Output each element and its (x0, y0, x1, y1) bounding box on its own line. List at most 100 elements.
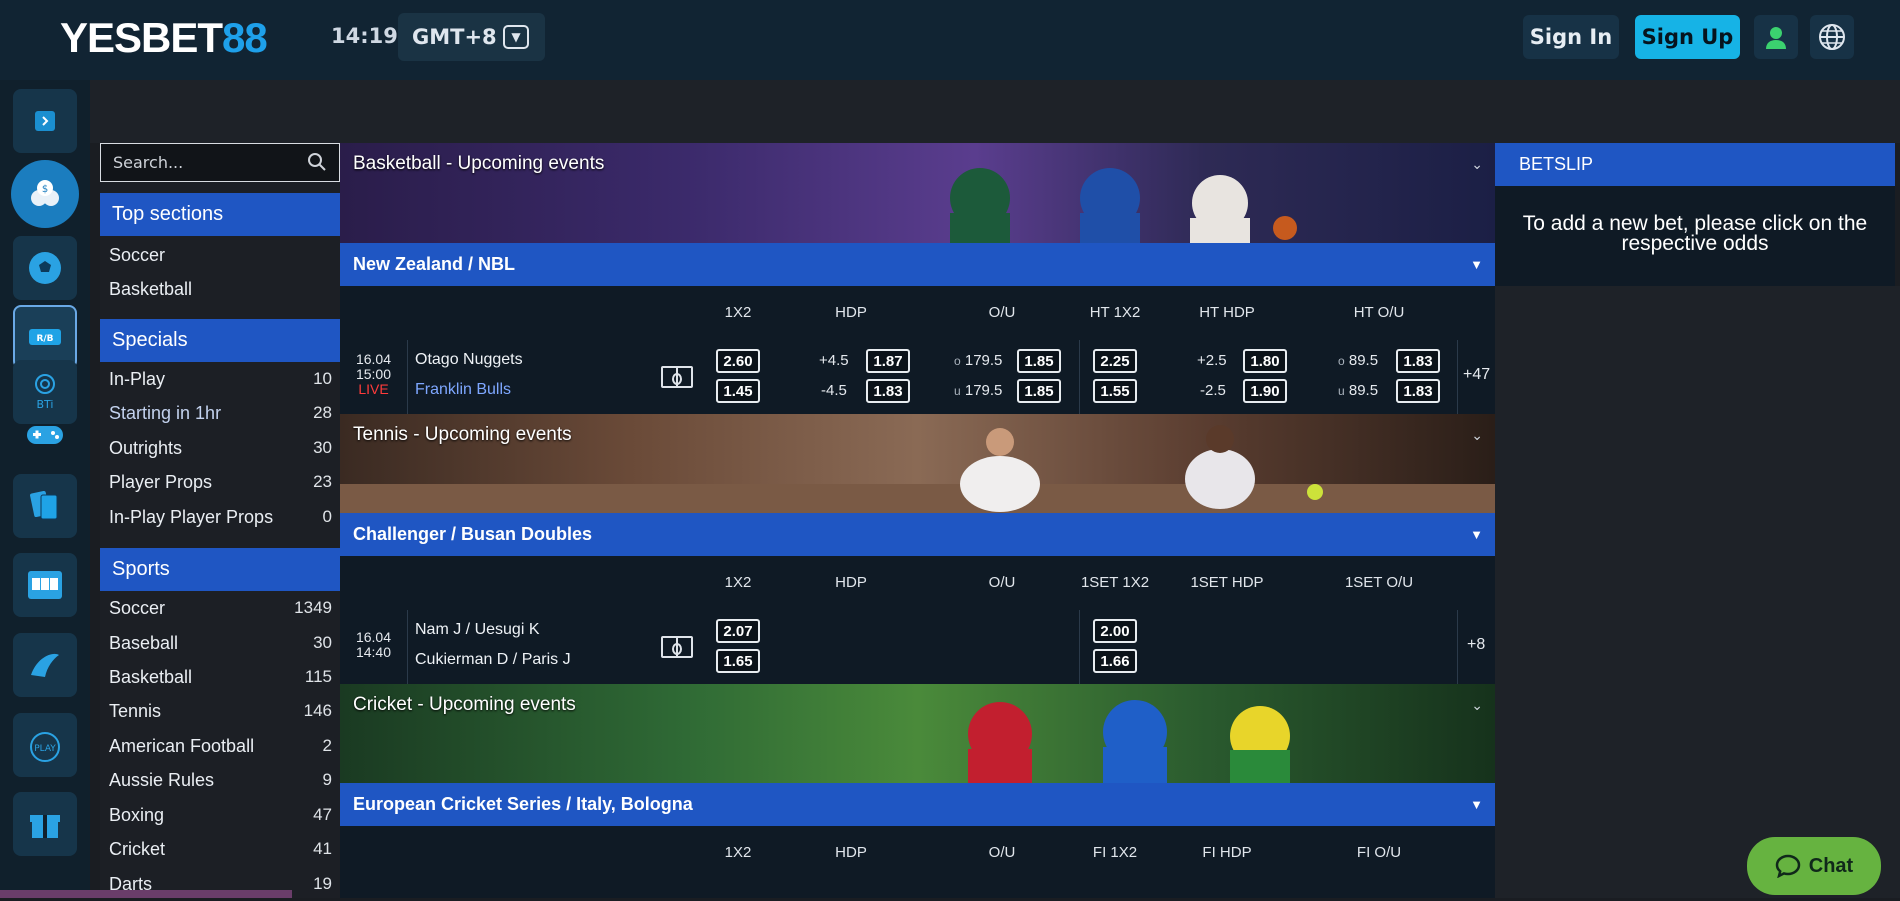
col-ou: O/U (988, 304, 1016, 321)
odds-column-header: 1X2 HDP O/U 1SET 1X2 1SET HDP 1SET O/U (340, 556, 1495, 611)
odds-button[interactable]: 1.45 (716, 379, 760, 403)
home-team[interactable]: Otago Nuggets (415, 351, 523, 369)
fishing-icon[interactable] (13, 633, 77, 697)
search-icon[interactable] (307, 152, 327, 176)
more-markets-link[interactable]: +8 (1467, 636, 1485, 654)
match-date: 16.04 (355, 629, 392, 645)
nav-label: Boxing (109, 804, 165, 825)
odds-button[interactable]: 1.65 (716, 649, 760, 673)
nav-item-in-play-player-props[interactable]: In-Play Player Props 0 (100, 500, 340, 534)
nav-item-sport[interactable]: American Football 2 (100, 729, 340, 763)
away-team[interactable]: Cukierman D / Paris J (415, 651, 571, 669)
ou-line: 179.5 (964, 382, 1003, 399)
field-icon[interactable] (661, 366, 693, 388)
nav-label: Starting in 1hr (109, 402, 222, 423)
hdp-line: -4.5 (821, 382, 847, 399)
gift-icon[interactable] (13, 792, 77, 856)
nav-count: 41 (313, 839, 332, 858)
col-1x2: 1X2 (724, 304, 752, 321)
chevron-down-icon[interactable]: ⌄ (1471, 428, 1483, 444)
tennis-banner[interactable]: Tennis - Upcoming events ⌄ (340, 414, 1495, 514)
nav-item-sport[interactable]: Tennis 146 (100, 694, 340, 728)
nav-item-in-play[interactable]: In-Play 10 (100, 362, 340, 396)
field-icon[interactable] (661, 636, 693, 658)
nav-count: 0 (322, 507, 332, 526)
odds-button[interactable]: 1.66 (1093, 649, 1137, 673)
chevron-down-icon[interactable]: ⌄ (1471, 157, 1483, 173)
odds-button[interactable]: 1.83 (866, 379, 910, 403)
soccer-ball-icon[interactable] (13, 236, 77, 300)
league-header[interactable]: New Zealand / NBL ▼ (340, 243, 1495, 286)
sign-up-button[interactable]: Sign Up (1635, 15, 1740, 59)
odds-button[interactable]: 1.87 (866, 349, 910, 373)
nav-item-basketball[interactable]: Basketball (100, 272, 340, 306)
match-datetime: 16.04 15:00 LIVE (340, 340, 408, 414)
nav-item-sport[interactable]: Basketball 115 (100, 660, 340, 694)
sports-header: Sports (100, 548, 340, 591)
odds-button[interactable]: 2.07 (716, 619, 760, 643)
nav-item-sport[interactable]: Baseball 30 (100, 626, 340, 660)
away-team[interactable]: Franklin Bulls (415, 381, 511, 399)
home-team[interactable]: Nam J / Uesugi K (415, 621, 539, 639)
nav-count: 19 (313, 874, 332, 893)
timezone-label: GMT+8 (412, 25, 497, 49)
odds-button[interactable]: 1.90 (1243, 379, 1287, 403)
search-input[interactable]: Search... (100, 143, 340, 182)
status-bar (0, 890, 292, 898)
nav-label: Player Props (109, 471, 213, 492)
slots-icon[interactable] (13, 553, 77, 617)
nav-label: Outrights (109, 437, 183, 458)
globe-icon[interactable] (1810, 15, 1854, 59)
nav-item-player-props[interactable]: Player Props 23 (100, 465, 340, 499)
nav-label: Basketball (109, 666, 193, 687)
site-logo[interactable]: YESBET88 (60, 14, 268, 62)
play-label: PLAY (34, 744, 56, 754)
nav-item-starting-1hr[interactable]: Starting in 1hr 28 (100, 396, 340, 430)
hdp-line: +2.5 (1197, 352, 1227, 369)
nav-count: 30 (313, 438, 332, 457)
league-header[interactable]: Challenger / Busan Doubles ▼ (340, 513, 1495, 556)
timezone-selector[interactable]: GMT+8 ▼ (398, 13, 545, 61)
odds-button[interactable]: 2.25 (1093, 349, 1137, 373)
nav-label: Soccer (109, 597, 166, 618)
hdp-line: -2.5 (1200, 382, 1226, 399)
match-time: 14:40 (355, 644, 392, 660)
odds-button[interactable]: 1.83 (1396, 379, 1440, 403)
odds-button[interactable]: 1.55 (1093, 379, 1137, 403)
sign-in-button[interactable]: Sign In (1523, 15, 1619, 59)
nav-item-sport[interactable]: Boxing 47 (100, 798, 340, 832)
col-hdp: HDP (835, 304, 867, 321)
nav-count: 28 (313, 403, 332, 422)
cards-icon[interactable] (13, 474, 77, 538)
nav-item-outrights[interactable]: Outrights 30 (100, 431, 340, 465)
cricket-banner[interactable]: Cricket - Upcoming events ⌄ (340, 684, 1495, 784)
odds-button[interactable]: 2.60 (716, 349, 760, 373)
more-markets-link[interactable]: +47 (1463, 366, 1490, 384)
odds-button[interactable]: 1.80 (1243, 349, 1287, 373)
nav-item-soccer[interactable]: Soccer (100, 238, 340, 272)
chat-button[interactable]: Chat (1747, 837, 1881, 895)
collapse-icon[interactable] (13, 89, 77, 153)
nav-item-sport[interactable]: Cricket 41 (100, 832, 340, 866)
betslip-header[interactable]: BETSLIP (1495, 143, 1895, 186)
league-header[interactable]: European Cricket Series / Italy, Bologna… (340, 783, 1495, 826)
odds-button[interactable]: 1.85 (1017, 349, 1061, 373)
ou-line: 179.5 (964, 352, 1003, 369)
col-hdp: HDP (835, 844, 867, 861)
odds-button[interactable]: 1.83 (1396, 349, 1440, 373)
col-fi-hdp: FI HDP (1202, 844, 1252, 861)
nav-item-sport[interactable]: Soccer 1349 (100, 591, 340, 625)
odds-button[interactable]: 1.85 (1017, 379, 1061, 403)
match-row: 16.04 15:00 LIVE Otago Nuggets Franklin … (340, 340, 1495, 414)
play-icon[interactable]: PLAY (13, 713, 77, 777)
search-placeholder: Search... (113, 153, 184, 172)
banner-title: Tennis - Upcoming events (353, 424, 572, 445)
casino-chips-icon[interactable]: $ (11, 160, 79, 228)
account-icon[interactable] (1754, 15, 1798, 59)
gamepad-icon[interactable] (13, 402, 77, 466)
nav-item-sport[interactable]: Aussie Rules 9 (100, 763, 340, 797)
chevron-down-icon[interactable]: ⌄ (1471, 698, 1483, 714)
basketball-banner[interactable]: Basketball - Upcoming events ⌄ (340, 143, 1495, 243)
chat-label: Chat (1808, 854, 1854, 877)
odds-button[interactable]: 2.00 (1093, 619, 1137, 643)
